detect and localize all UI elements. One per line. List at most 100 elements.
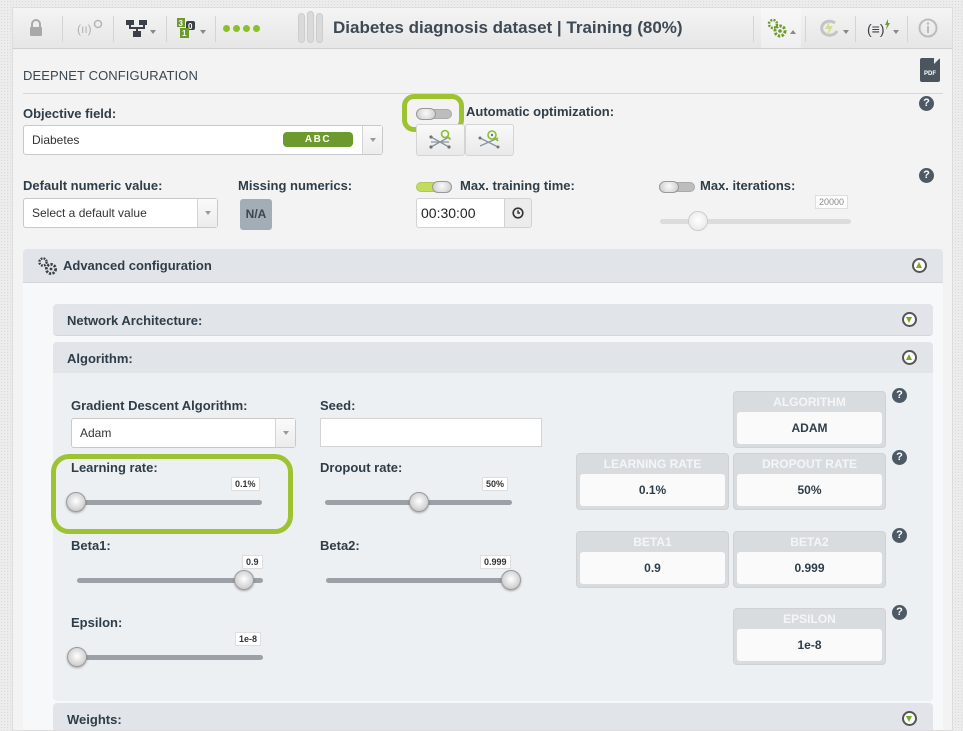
card-value: 50%: [737, 474, 882, 506]
toolbar-separator: [907, 16, 908, 42]
formula-lightning-icon[interactable]: (≡): [863, 8, 903, 48]
beta2-label: Beta2:: [320, 538, 360, 553]
collapse-icon[interactable]: [902, 350, 917, 365]
chevron-down-icon: [197, 199, 217, 227]
card-value: 1e-8: [737, 629, 882, 661]
summary-card-dropout-rate: DROPOUT RATE 50%: [733, 453, 886, 510]
algorithm-header[interactable]: Algorithm:: [53, 342, 933, 374]
auto-optimization-toggle[interactable]: [416, 108, 452, 120]
chevron-down-icon: [150, 30, 156, 34]
toolbar-separator: [855, 16, 856, 42]
epsilon-value: 1e-8: [235, 632, 262, 646]
network-icon[interactable]: [121, 8, 161, 48]
card-header: BETA1: [633, 535, 672, 549]
slider-thumb[interactable]: [66, 492, 86, 512]
optimization-search-button[interactable]: [465, 124, 514, 156]
lock-icon[interactable]: [25, 8, 47, 48]
default-numeric-select[interactable]: Select a default value: [23, 198, 218, 228]
help-icon[interactable]: ?: [919, 96, 934, 111]
toolbar-separator: [805, 16, 806, 42]
toolbar-separator: [113, 16, 114, 42]
weights-header[interactable]: Weights:: [53, 703, 933, 730]
beta1-value: 0.9: [242, 555, 263, 569]
learning-rate-slider[interactable]: [66, 492, 262, 512]
max-training-time-input[interactable]: 00:30:00: [416, 198, 505, 228]
weights-title: Weights:: [67, 712, 122, 727]
network-architecture-header[interactable]: Network Architecture:: [53, 304, 933, 336]
card-header: LEARNING RATE: [603, 457, 702, 471]
gears-icon[interactable]: [761, 8, 801, 48]
lightning-cycle-icon[interactable]: [813, 8, 853, 48]
max-iterations-label: Max. iterations:: [700, 178, 796, 193]
deepnet-config-window: (ıı) 301 Diabetes diagnosis dataset | Tr…: [12, 7, 953, 731]
counter-icon[interactable]: 301: [173, 8, 209, 48]
card-header: DROPOUT RATE: [761, 457, 858, 471]
objective-field-select[interactable]: Diabetes ABC: [23, 125, 383, 155]
toggle-knob: [416, 108, 436, 120]
chevron-down-icon: [893, 30, 899, 34]
chevron-down-icon: [275, 419, 295, 447]
section-title: DEEPNET CONFIGURATION: [23, 68, 198, 83]
divider: [23, 93, 943, 94]
help-icon[interactable]: ?: [892, 605, 907, 620]
chevron-down-icon: [200, 30, 206, 34]
seed-label: Seed:: [320, 398, 356, 413]
advanced-configuration-title: Advanced configuration: [63, 258, 212, 273]
beta1-label: Beta1:: [71, 538, 111, 553]
summary-card-epsilon: EPSILON 1e-8: [733, 608, 886, 665]
card-header: BETA2: [790, 535, 829, 549]
pdf-icon[interactable]: PDF: [920, 58, 940, 82]
toolbar: (ıı) 301 Diabetes diagnosis dataset | Tr…: [13, 8, 952, 49]
chevron-down-icon: [362, 126, 382, 154]
help-icon[interactable]: ?: [892, 450, 907, 465]
max-iterations-toggle[interactable]: [659, 181, 695, 193]
slider-thumb[interactable]: [688, 211, 709, 231]
max-training-time-toggle[interactable]: [416, 181, 452, 193]
gradient-descent-value: Adam: [80, 426, 112, 440]
card-header: EPSILON: [783, 612, 836, 626]
network-search-icon: [428, 129, 451, 149]
dropout-rate-slider[interactable]: [325, 492, 512, 512]
gradient-descent-select[interactable]: Adam: [71, 418, 296, 448]
network-architecture-title: Network Architecture:: [67, 313, 203, 328]
svg-text:1: 1: [182, 29, 187, 38]
help-icon[interactable]: ?: [892, 388, 907, 403]
toolbar-separator: [753, 16, 754, 42]
toggle-knob: [659, 181, 679, 193]
page-title: Diabetes diagnosis dataset | Training (8…: [333, 18, 683, 37]
expand-icon[interactable]: [902, 312, 917, 327]
card-value: 0.999: [737, 552, 882, 584]
slider-thumb[interactable]: [408, 492, 429, 512]
epsilon-slider[interactable]: [67, 647, 263, 667]
progress-dots-icon: [221, 8, 265, 48]
learning-rate-value: 0.1%: [231, 477, 260, 491]
epsilon-label: Epsilon:: [71, 615, 123, 630]
missing-numerics-button[interactable]: N/A: [240, 199, 272, 230]
max-iterations-slider[interactable]: [660, 211, 851, 231]
toolbar-separator: [62, 16, 63, 42]
beta2-value: 0.999: [480, 555, 511, 569]
info-icon[interactable]: [915, 8, 941, 48]
chevron-up-icon: [790, 30, 796, 34]
advanced-configuration-header[interactable]: Advanced configuration: [23, 249, 943, 283]
svg-text:(≡): (≡): [867, 21, 885, 37]
svg-text:(ıı): (ıı): [77, 22, 92, 36]
loader-icon: [295, 8, 327, 48]
clock-button[interactable]: [504, 198, 532, 228]
beta2-slider[interactable]: [326, 570, 521, 590]
dropout-rate-value: 50%: [482, 477, 509, 491]
collapse-icon[interactable]: [912, 258, 927, 273]
help-icon[interactable]: ?: [892, 528, 907, 543]
model-search-icon[interactable]: (ıı): [73, 8, 107, 48]
card-value: 0.9: [580, 552, 725, 584]
optimization-network-button[interactable]: [416, 124, 465, 156]
slider-thumb[interactable]: [501, 570, 521, 590]
expand-icon[interactable]: [902, 711, 917, 726]
help-icon[interactable]: ?: [919, 168, 934, 183]
seed-input[interactable]: [320, 418, 542, 447]
beta1-slider[interactable]: [77, 570, 263, 590]
objective-field-label: Objective field:: [23, 106, 117, 121]
missing-numerics-label: Missing numerics:: [238, 178, 353, 193]
toolbar-separator: [166, 16, 167, 42]
slider-thumb[interactable]: [67, 647, 87, 667]
